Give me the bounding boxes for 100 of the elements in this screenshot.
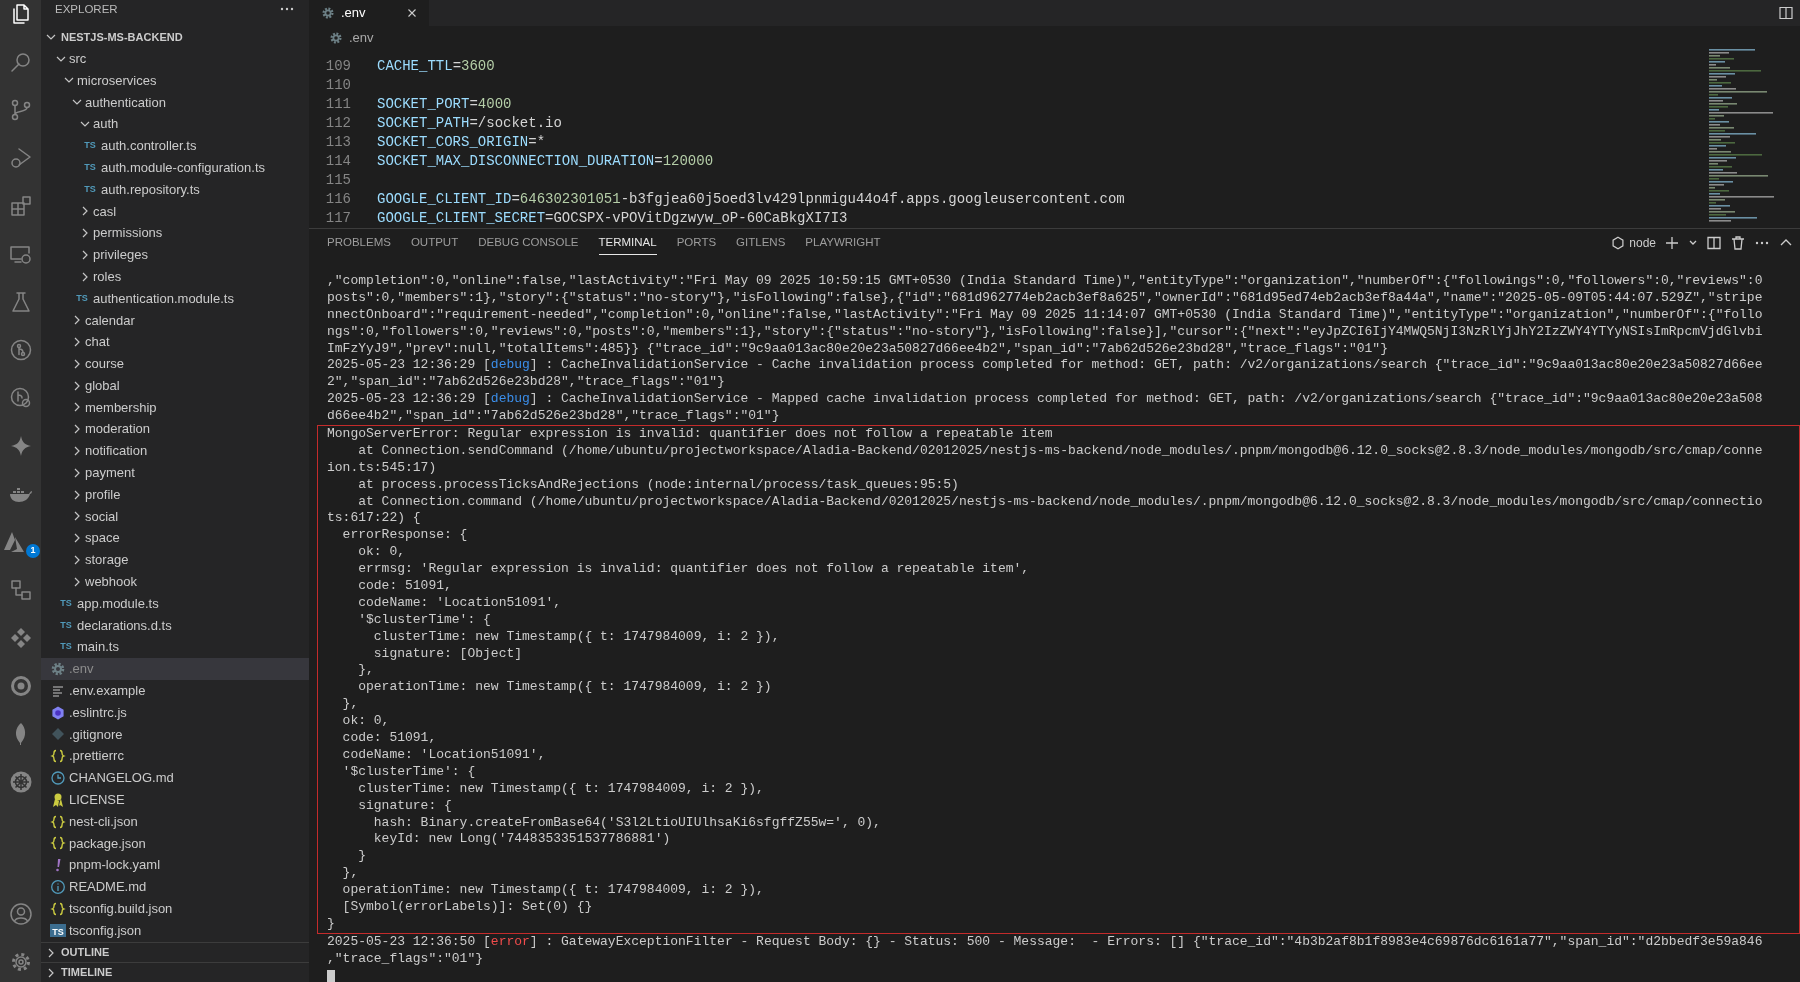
folder-item[interactable]: profile — [41, 483, 309, 506]
terminal-line: ion.ts:545:17) — [327, 459, 438, 477]
split-icon[interactable] — [1706, 235, 1722, 251]
folder-item[interactable]: course — [41, 352, 309, 375]
braces-icon — [50, 748, 66, 765]
file-item[interactable]: package.json — [41, 832, 309, 855]
panel-tab[interactable]: TERMINAL — [598, 230, 657, 256]
folder-item[interactable]: src — [41, 47, 309, 70]
folder-item[interactable]: social — [41, 505, 309, 528]
folder-item[interactable]: notification — [41, 440, 309, 462]
section-header[interactable]: TIMELINE — [41, 962, 309, 982]
file-item[interactable]: TS tsconfig.json — [41, 919, 309, 942]
terminal-line: }, — [341, 696, 360, 714]
plus-icon[interactable] — [1664, 235, 1680, 251]
folder-item[interactable]: microservices — [41, 69, 309, 92]
file-item[interactable]: TS main.ts — [41, 636, 309, 659]
diagram-icon[interactable] — [8, 578, 33, 602]
file-item[interactable]: TS auth.module-configuration.ts — [41, 156, 309, 179]
terminal-line: clusterTime: new Timestamp({ t: 1747984009, i: 2 }), — [372, 628, 781, 646]
terminal-line: clusterTime: new Timestamp({ t: 1747984009, i: 2 }), — [357, 780, 765, 798]
sidebar-title: EXPLORER — [55, 2, 118, 17]
file-item[interactable]: README.md — [41, 876, 309, 898]
ribbon-icon — [50, 791, 66, 808]
file-item[interactable]: .eslintrc.js — [41, 701, 309, 724]
panel-tab[interactable]: PLAYWRIGHT — [805, 230, 881, 256]
braces-icon — [50, 900, 66, 917]
trash-icon[interactable] — [1730, 235, 1746, 251]
search-icon[interactable] — [8, 50, 33, 74]
line-number: 110 — [324, 76, 351, 95]
folder-item[interactable]: storage — [41, 549, 309, 571]
panel-tab[interactable]: GITLENS — [736, 230, 786, 256]
file-item[interactable]: TS auth.controller.ts — [41, 135, 309, 157]
ring-icon[interactable] — [8, 674, 33, 698]
folder-item[interactable]: calendar — [41, 309, 309, 332]
file-item[interactable]: .prettierrc — [41, 745, 309, 768]
folder-item[interactable]: authentication — [41, 91, 309, 114]
file-item[interactable]: TS declarations.d.ts — [41, 614, 309, 637]
line-number: 117 — [324, 209, 351, 228]
folder-item[interactable]: auth — [41, 113, 309, 135]
file-item[interactable]: tsconfig.build.json — [41, 897, 309, 920]
panel-tab[interactable]: PORTS — [676, 230, 717, 256]
terminal-line: nnectOnboard":"requirement-needed","completion":0,"online":false,"lastActivity":"Fri May 09 2025 11:14:07 GMT+0530 (India Standard Time)","entityType":"organization","numberOf":{"follo — [327, 306, 1764, 324]
code-line: GOOGLE_CLIENT_ID=646302301051-b3fgjea60j5oed3lv429lpnmigu44o4f.apps.googleusercontent.com — [377, 190, 1125, 209]
terminal-line: '$clusterTime': { — [341, 763, 477, 781]
terminal-line: signature: { — [357, 797, 453, 815]
braces-icon — [50, 813, 66, 830]
line-number: 116 — [324, 190, 351, 209]
account-icon[interactable] — [8, 902, 33, 926]
folder-item[interactable]: permissions — [41, 222, 309, 244]
panel-tab[interactable]: PROBLEMS — [327, 230, 391, 256]
file-item[interactable]: .env.example — [41, 679, 309, 702]
folder-item[interactable]: casl — [41, 200, 309, 223]
line-number: 112 — [324, 114, 351, 133]
terminal-profile-button[interactable]: node — [1611, 234, 1656, 252]
file-item[interactable]: pnpm-lock.yaml — [41, 854, 309, 877]
folder-item[interactable]: webhook — [41, 570, 309, 593]
line-number: 113 — [324, 133, 351, 152]
terminal-line: errorResponse: { — [341, 527, 469, 545]
line-number: 109 — [324, 57, 351, 76]
inspect-icon[interactable] — [8, 386, 33, 410]
file-item[interactable]: TS authentication.module.ts — [41, 287, 309, 310]
folder-item[interactable]: chat — [41, 331, 309, 353]
panel-tab[interactable]: DEBUG CONSOLE — [478, 230, 579, 256]
folder-item[interactable]: payment — [41, 461, 309, 484]
braces-icon — [50, 835, 66, 852]
terminal-line: operationTime: new Timestamp({ t: 1747984009, i: 2 }) — [357, 679, 773, 697]
editor-tab[interactable]: .env — [309, 0, 429, 26]
breadcrumb[interactable]: .env — [349, 27, 374, 48]
commit-graph-icon[interactable] — [8, 338, 33, 362]
file-item[interactable]: nest-cli.json — [41, 810, 309, 833]
terminal-line: operationTime: new Timestamp({ t: 1747984009, i: 2 }), — [341, 882, 765, 899]
terminal-line: 2025-05-23 12:36:50 [error] : GatewayExceptionFilter - Request Body: {} - Status: 500 - Message: - Errors: [] {"trace_id":"4b3b2af8b1f8983e4c69876dc6161a77","span_id":"d2bbedf3e59a846 — [327, 933, 1764, 951]
panel-tab[interactable]: OUTPUT — [410, 230, 459, 256]
file-item[interactable]: .gitignore — [41, 723, 309, 746]
triangle-icon[interactable] — [1, 530, 26, 554]
folder-item[interactable]: moderation — [41, 418, 309, 441]
line-number: 115 — [324, 171, 351, 190]
terminal-line: code: 51091, — [357, 578, 453, 595]
file-item[interactable]: TS auth.repository.ts — [41, 178, 309, 201]
folder-item[interactable]: privileges — [41, 243, 309, 266]
wheel-icon[interactable] — [8, 770, 33, 794]
folder-item[interactable]: global — [41, 374, 309, 397]
terminal-line: ,"completion":0,"online":false,"lastActivity":"Fri May 09 2025 10:59:15 GMT+0530 (India Standard Time)","entityType":"organization","numberOf":{"followings":0,"followers":0,"reviews":0 — [327, 273, 1764, 290]
file-item[interactable]: .env — [41, 658, 309, 680]
run-debug-icon[interactable] — [8, 146, 33, 170]
hexagon-icon — [1611, 236, 1626, 250]
file-item[interactable]: LICENSE — [41, 788, 309, 811]
project-header[interactable]: NESTJS-MS-BACKEND — [41, 26, 309, 48]
terminal-line: ok: 0, — [341, 713, 391, 731]
file-item[interactable]: TS app.module.ts — [41, 592, 309, 615]
file-item[interactable]: CHANGELOG.md — [41, 767, 309, 789]
clock-icon — [50, 770, 66, 786]
terminal-line: d66ee4b2","span_id":"7ab62d526e23bd28","trace_flags":"01"} — [327, 408, 781, 425]
split-editor-icon[interactable] — [1778, 5, 1794, 21]
folder-item[interactable]: membership — [41, 396, 309, 419]
folder-item[interactable]: roles — [41, 265, 309, 288]
folder-item[interactable]: space — [41, 527, 309, 550]
extensions-icon[interactable] — [8, 194, 33, 218]
gear-icon — [321, 6, 335, 20]
section-header[interactable]: OUTLINE — [41, 942, 309, 962]
